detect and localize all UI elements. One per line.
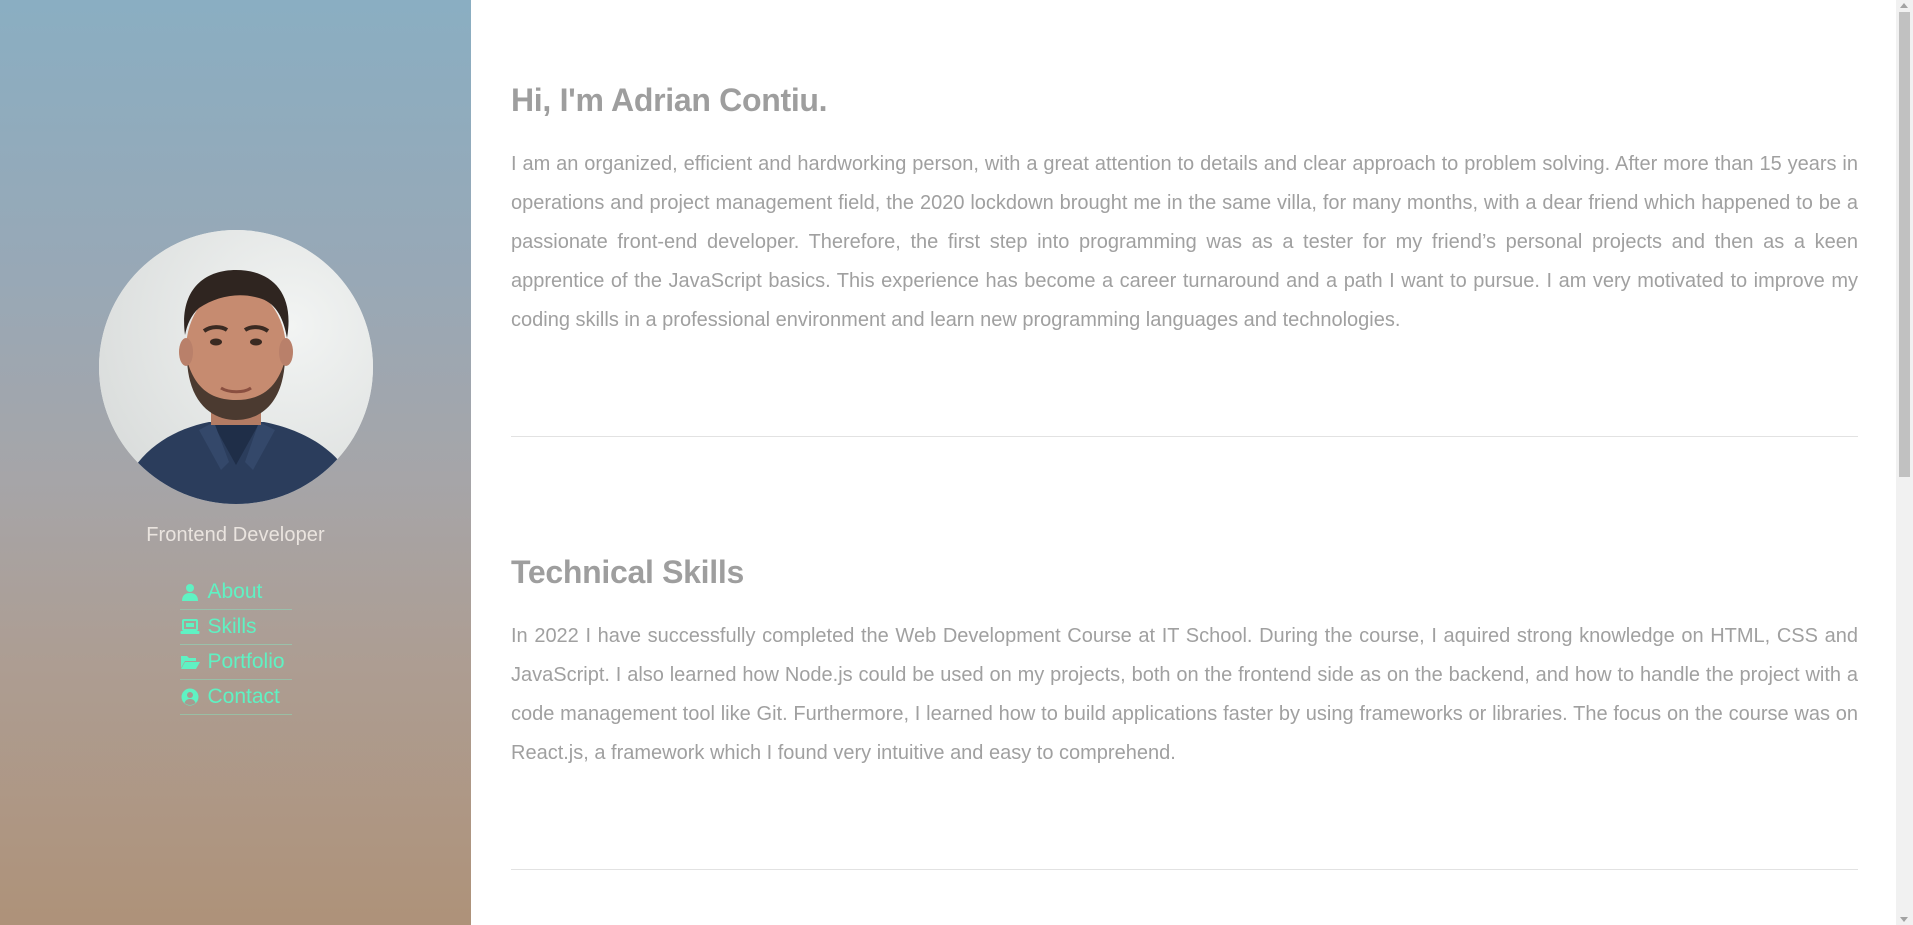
nav-label-portfolio: Portfolio (207, 650, 285, 673)
about-section: Hi, I'm Adrian Contiu. I am an organized… (511, 82, 1858, 340)
nav-item-contact[interactable]: Contact (179, 680, 292, 715)
vertical-scrollbar[interactable] (1896, 0, 1913, 925)
about-title: Hi, I'm Adrian Contiu. (511, 82, 828, 118)
scroll-down-arrow-icon[interactable] (1900, 917, 1908, 922)
nav-label-skills: Skills (207, 615, 257, 638)
scroll-up-arrow-icon[interactable] (1900, 3, 1908, 8)
page: Frontend Developer About Skills Portfoli… (0, 0, 1913, 925)
user-circle-icon (180, 687, 200, 707)
nav-item-skills[interactable]: Skills (179, 610, 292, 645)
main-content: Hi, I'm Adrian Contiu. I am an organized… (511, 0, 1858, 925)
section-divider (511, 869, 1858, 870)
skills-section: Technical Skills In 2022 I have successf… (511, 554, 1858, 773)
laptop-icon (180, 617, 200, 637)
about-body: I am an organized, efficient and hardwor… (511, 153, 1858, 331)
skills-body: In 2022 I have successfully completed th… (511, 625, 1858, 764)
skills-title: Technical Skills (511, 554, 744, 590)
nav-label-contact: Contact (207, 685, 280, 708)
nav-item-about[interactable]: About (179, 575, 292, 610)
sidebar-nav: About Skills Portfolio Contact (179, 575, 292, 715)
nav-label-about: About (207, 580, 263, 603)
nav-item-portfolio[interactable]: Portfolio (179, 645, 292, 680)
avatar (98, 230, 373, 504)
role-title: Frontend Developer (146, 524, 325, 546)
scrollbar-thumb[interactable] (1899, 12, 1910, 477)
sidebar: Frontend Developer About Skills Portfoli… (0, 0, 471, 925)
user-icon (180, 582, 200, 602)
folder-open-icon (180, 652, 200, 672)
section-divider (511, 436, 1858, 437)
